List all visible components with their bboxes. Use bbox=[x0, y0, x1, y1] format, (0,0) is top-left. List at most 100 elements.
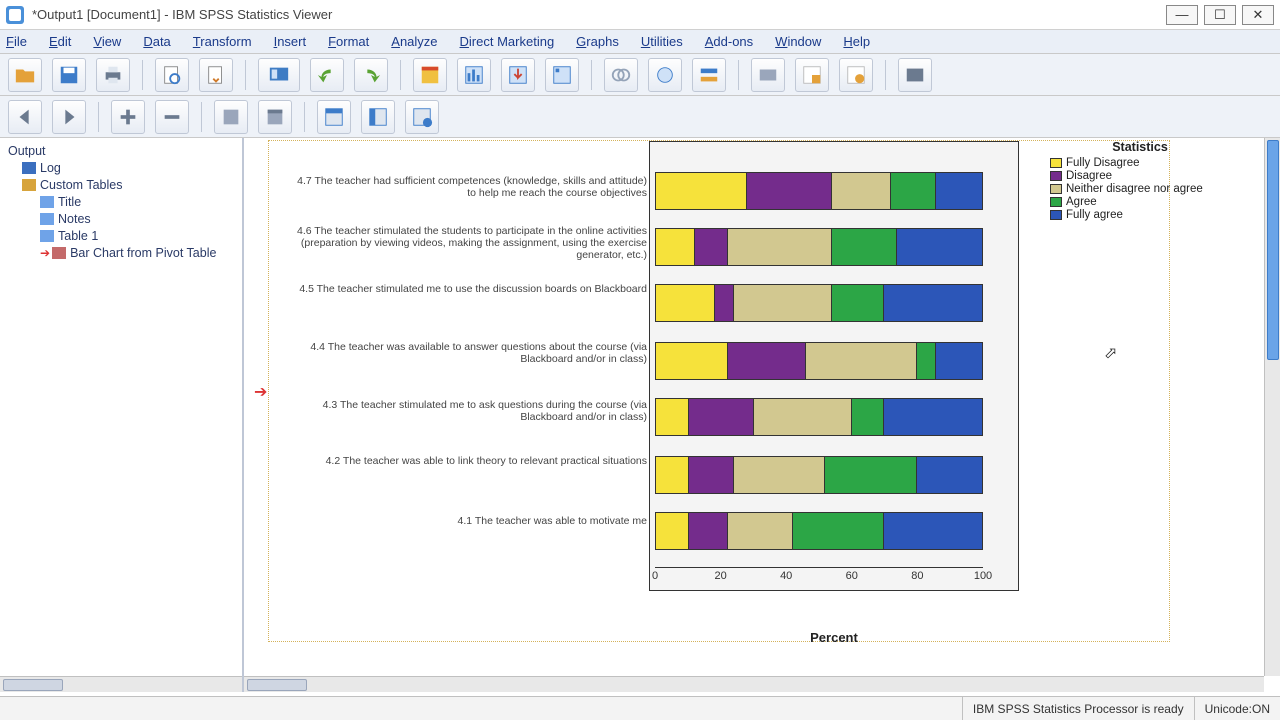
menubar: File Edit View Data Transform Insert Format Ana… bbox=[0, 30, 1280, 54]
x-axis-ticks: 020406080100 bbox=[655, 570, 983, 586]
menu-help[interactable]: Help bbox=[843, 34, 870, 49]
print-button[interactable] bbox=[96, 58, 130, 92]
designate-button[interactable] bbox=[898, 58, 932, 92]
select-button[interactable] bbox=[604, 58, 638, 92]
menu-add-ons[interactable]: Add-ons bbox=[705, 34, 753, 49]
x-tick: 0 bbox=[652, 570, 658, 582]
menu-utilities[interactable]: Utilities bbox=[641, 34, 683, 49]
menu-view[interactable]: View bbox=[93, 34, 121, 49]
menu-edit[interactable]: Edit bbox=[49, 34, 71, 49]
legend-swatch-icon bbox=[1050, 197, 1062, 207]
goto-case-button[interactable] bbox=[545, 58, 579, 92]
menu-data[interactable]: Data bbox=[143, 34, 170, 49]
nav-forward-button[interactable] bbox=[52, 100, 86, 134]
outline-barchart[interactable]: ➔Bar Chart from Pivot Table bbox=[2, 244, 240, 261]
legend-entry: Neither disagree nor agree bbox=[1050, 183, 1230, 195]
bar-row[interactable] bbox=[655, 456, 983, 494]
variables-button[interactable] bbox=[648, 58, 682, 92]
menu-transform[interactable]: Transform bbox=[193, 34, 252, 49]
outline-log[interactable]: Log bbox=[2, 159, 240, 176]
viewer-vscrollbar[interactable] bbox=[1264, 138, 1280, 676]
demote-button[interactable] bbox=[155, 100, 189, 134]
preview-button[interactable] bbox=[155, 58, 189, 92]
x-tick: 100 bbox=[974, 570, 992, 582]
goto-data-button[interactable] bbox=[501, 58, 535, 92]
outline-notes[interactable]: Notes bbox=[2, 210, 240, 227]
x-axis-label: Percent bbox=[649, 630, 1019, 645]
save-button[interactable] bbox=[52, 58, 86, 92]
page-frame: 4.7 The teacher had sufficient competenc… bbox=[268, 140, 1170, 642]
bar-segment bbox=[656, 343, 728, 379]
bar-row[interactable] bbox=[655, 398, 983, 436]
bar-segment bbox=[793, 513, 884, 549]
bar-row[interactable] bbox=[655, 284, 983, 322]
use-sets-button[interactable] bbox=[839, 58, 873, 92]
legend-entry: Disagree bbox=[1050, 170, 1230, 182]
outline-table1[interactable]: Table 1 bbox=[2, 227, 240, 244]
item-icon bbox=[40, 213, 54, 225]
collapse-button[interactable] bbox=[214, 100, 248, 134]
toolbar-secondary bbox=[0, 96, 1280, 138]
bar-segment bbox=[825, 457, 916, 493]
titlebar: *Output1 [Document1] - IBM SPSS Statisti… bbox=[0, 0, 1280, 30]
menu-graphs[interactable]: Graphs bbox=[576, 34, 619, 49]
menu-insert[interactable]: Insert bbox=[274, 34, 307, 49]
bar-segment bbox=[689, 399, 754, 435]
menu-file[interactable]: File bbox=[6, 34, 27, 49]
legend-swatch-icon bbox=[1050, 184, 1062, 194]
minimize-button[interactable]: — bbox=[1166, 5, 1198, 25]
show-button[interactable] bbox=[317, 100, 351, 134]
bar-segment bbox=[936, 173, 982, 209]
weight-button[interactable] bbox=[751, 58, 785, 92]
bar-segment bbox=[715, 285, 735, 321]
redo-button[interactable] bbox=[354, 58, 388, 92]
x-tick: 80 bbox=[911, 570, 923, 582]
split-button[interactable] bbox=[692, 58, 726, 92]
legend-swatch-icon bbox=[1050, 171, 1062, 181]
chart-area[interactable]: 020406080100 bbox=[649, 141, 1019, 591]
item-icon bbox=[40, 230, 54, 242]
bar-segment bbox=[852, 399, 885, 435]
insert-button[interactable] bbox=[405, 100, 439, 134]
bar-row[interactable] bbox=[655, 172, 983, 210]
promote-button[interactable] bbox=[111, 100, 145, 134]
bar-label: 4.3 The teacher stimulated me to ask que… bbox=[287, 399, 647, 423]
value-labels-button[interactable] bbox=[795, 58, 829, 92]
bar-label: 4.6 The teacher stimulated the students … bbox=[287, 225, 647, 261]
outline-title[interactable]: Title bbox=[2, 193, 240, 210]
menu-direct-marketing[interactable]: Direct Marketing bbox=[460, 34, 555, 49]
bar-segment bbox=[656, 457, 689, 493]
menu-analyze[interactable]: Analyze bbox=[391, 34, 437, 49]
bar-segment bbox=[891, 173, 937, 209]
bar-row[interactable] bbox=[655, 228, 983, 266]
workspace: Output Log Custom Tables Title Notes Tab… bbox=[0, 138, 1280, 692]
bar-label: 4.7 The teacher had sufficient competenc… bbox=[287, 175, 647, 199]
bar-row[interactable] bbox=[655, 342, 983, 380]
menu-format[interactable]: Format bbox=[328, 34, 369, 49]
outline-hscrollbar[interactable] bbox=[0, 676, 242, 692]
viewer-hscrollbar[interactable] bbox=[244, 676, 1264, 692]
chart-bar-button[interactable] bbox=[457, 58, 491, 92]
bar-segment bbox=[832, 285, 884, 321]
maximize-button[interactable]: ☐ bbox=[1204, 5, 1236, 25]
menu-window[interactable]: Window bbox=[775, 34, 821, 49]
selection-marker-icon: ➔ bbox=[254, 382, 267, 402]
legend-entry: Agree bbox=[1050, 196, 1230, 208]
recall-dialog-button[interactable] bbox=[258, 58, 300, 92]
close-button[interactable]: ✕ bbox=[1242, 5, 1274, 25]
chart-pie-button[interactable] bbox=[413, 58, 447, 92]
hide-button[interactable] bbox=[361, 100, 395, 134]
bar-row[interactable] bbox=[655, 512, 983, 550]
bar-segment bbox=[695, 229, 728, 265]
outline-group[interactable]: Custom Tables bbox=[2, 176, 240, 193]
expand-button[interactable] bbox=[258, 100, 292, 134]
bar-segment bbox=[656, 229, 695, 265]
nav-back-button[interactable] bbox=[8, 100, 42, 134]
bar-segment bbox=[917, 457, 982, 493]
export-button[interactable] bbox=[199, 58, 233, 92]
bar-segment bbox=[747, 173, 832, 209]
open-button[interactable] bbox=[8, 58, 42, 92]
undo-button[interactable] bbox=[310, 58, 344, 92]
bar-label: 4.4 The teacher was available to answer … bbox=[287, 341, 647, 365]
outline-root[interactable]: Output bbox=[2, 142, 240, 159]
